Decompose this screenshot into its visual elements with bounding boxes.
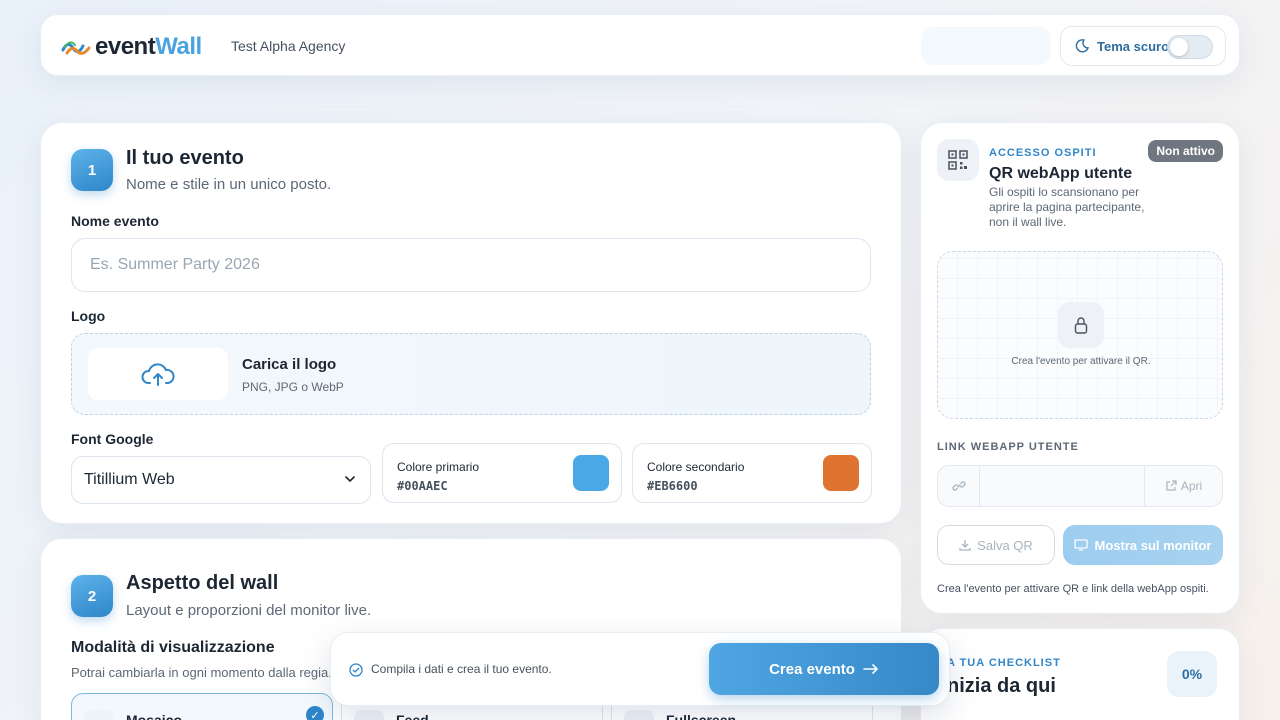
feed-icon	[354, 710, 384, 720]
step-number-badge: 2	[71, 575, 113, 617]
qr-description: Gli ospiti lo scansionano per aprire la …	[989, 185, 1145, 229]
wave-logo-icon	[61, 41, 91, 55]
font-label: Font Google	[71, 431, 154, 447]
secondary-color-swatch[interactable]	[823, 455, 859, 491]
qr-footer-note: Crea l'evento per attivare QR e link del…	[937, 583, 1209, 595]
mode-option-mosaico[interactable]: Mosaico ✓	[71, 693, 333, 720]
create-label: Crea evento	[769, 660, 855, 678]
qr-placeholder: Crea l'evento per attivare il QR.	[937, 251, 1223, 419]
monitor-label: Mostra sul monitor	[1094, 537, 1212, 553]
cloud-upload-icon	[141, 363, 175, 386]
qr-code-icon	[937, 139, 979, 181]
webapp-link-field[interactable]: Apri	[937, 465, 1223, 507]
guest-access-card: ACCESSO OSPITI Non attivo QR webApp uten…	[920, 122, 1240, 614]
arrow-right-icon	[863, 664, 878, 674]
open-label: Apri	[1180, 479, 1203, 493]
logo-upload-dropzone[interactable]: Carica il logo PNG, JPG o WebP	[71, 333, 871, 415]
primary-color-picker[interactable]: Colore primario #00AAEC	[382, 443, 622, 503]
status-badge: Non attivo	[1148, 140, 1223, 162]
external-link-icon	[1166, 480, 1177, 491]
brand-name: eventWall	[95, 33, 202, 60]
moon-icon	[1075, 39, 1089, 53]
primary-color-hex: #00AAEC	[397, 479, 448, 493]
show-on-monitor-button[interactable]: Mostra sul monitor	[1063, 525, 1223, 565]
step-subtitle: Layout e proporzioni del monitor live.	[126, 602, 372, 619]
display-mode-title: Modalità di visualizzazione	[71, 639, 275, 656]
monitor-icon	[1074, 539, 1089, 551]
mode-label: Mosaico	[126, 712, 183, 720]
fullscreen-icon	[624, 710, 654, 720]
upload-formats: PNG, JPG o WebP	[242, 380, 344, 394]
switch-knob	[1170, 38, 1188, 56]
check-circle-icon	[349, 663, 363, 677]
font-value: Titillium Web	[84, 471, 175, 488]
theme-label: Tema scuro	[1097, 38, 1170, 54]
event-name-label: Nome evento	[71, 213, 159, 229]
checklist-progress: 0%	[1167, 651, 1217, 697]
mode-label: Feed	[396, 712, 429, 720]
save-qr-label: Salva QR	[977, 537, 1033, 553]
qr-placeholder-note: Crea l'evento per attivare il QR.	[1011, 356, 1151, 367]
checklist-title: nizia da qui	[947, 675, 1056, 697]
step-title: Il tuo evento	[126, 147, 244, 169]
check-icon: ✓	[306, 706, 324, 720]
create-event-button[interactable]: Crea evento	[709, 643, 939, 695]
lock-icon	[1058, 302, 1104, 348]
primary-color-swatch[interactable]	[573, 455, 609, 491]
font-select[interactable]: Titillium Web	[71, 456, 371, 504]
eventwall-logo[interactable]: eventWall	[61, 33, 202, 61]
step-title: Aspetto del wall	[126, 572, 279, 594]
upload-preview	[88, 348, 228, 400]
event-name-input[interactable]: Es. Summer Party 2026	[71, 238, 871, 292]
dark-theme-toggle[interactable]: Tema scuro	[1060, 26, 1226, 66]
event-details-card: 1 Il tuo evento Nome e stile in un unico…	[40, 122, 902, 524]
secondary-color-picker[interactable]: Colore secondario #EB6600	[632, 443, 872, 503]
upload-title: Carica il logo	[242, 356, 337, 373]
step-subtitle: Nome e stile in un unico posto.	[126, 176, 332, 193]
step-number-badge: 1	[71, 149, 113, 191]
qr-kicker: ACCESSO OSPITI	[989, 147, 1097, 159]
theme-switch[interactable]	[1167, 35, 1213, 59]
open-link-button[interactable]: Apri	[1144, 466, 1222, 506]
chevron-down-icon	[345, 476, 355, 483]
mode-label: Fullscreen	[666, 712, 737, 720]
create-hint: Compila i dati e crea il tuo evento.	[371, 662, 552, 676]
primary-color-label: Colore primario	[397, 460, 480, 474]
qr-title: QR webApp utente	[989, 165, 1133, 182]
header-ghost-button[interactable]	[921, 27, 1051, 65]
save-qr-button[interactable]: Salva QR	[937, 525, 1055, 565]
checklist-kicker: A TUA CHECKLIST	[947, 657, 1061, 669]
link-icon	[938, 466, 980, 506]
top-header: eventWall Test Alpha Agency Tema scuro	[40, 14, 1240, 76]
download-icon	[959, 540, 971, 551]
secondary-color-hex: #EB6600	[647, 479, 698, 493]
logo-label: Logo	[71, 308, 106, 324]
link-label: LINK WEBAPP UTENTE	[937, 441, 1079, 453]
create-event-bar: Compila i dati e crea il tuo evento. Cre…	[330, 632, 950, 706]
checklist-card: A TUA CHECKLIST nizia da qui 0%	[920, 628, 1240, 720]
agency-name: Test Alpha Agency	[231, 38, 346, 54]
display-mode-subtitle: Potrai cambiarla in ogni momento dalla r…	[71, 665, 332, 680]
mosaic-icon	[84, 710, 114, 720]
secondary-color-label: Colore secondario	[647, 460, 745, 474]
